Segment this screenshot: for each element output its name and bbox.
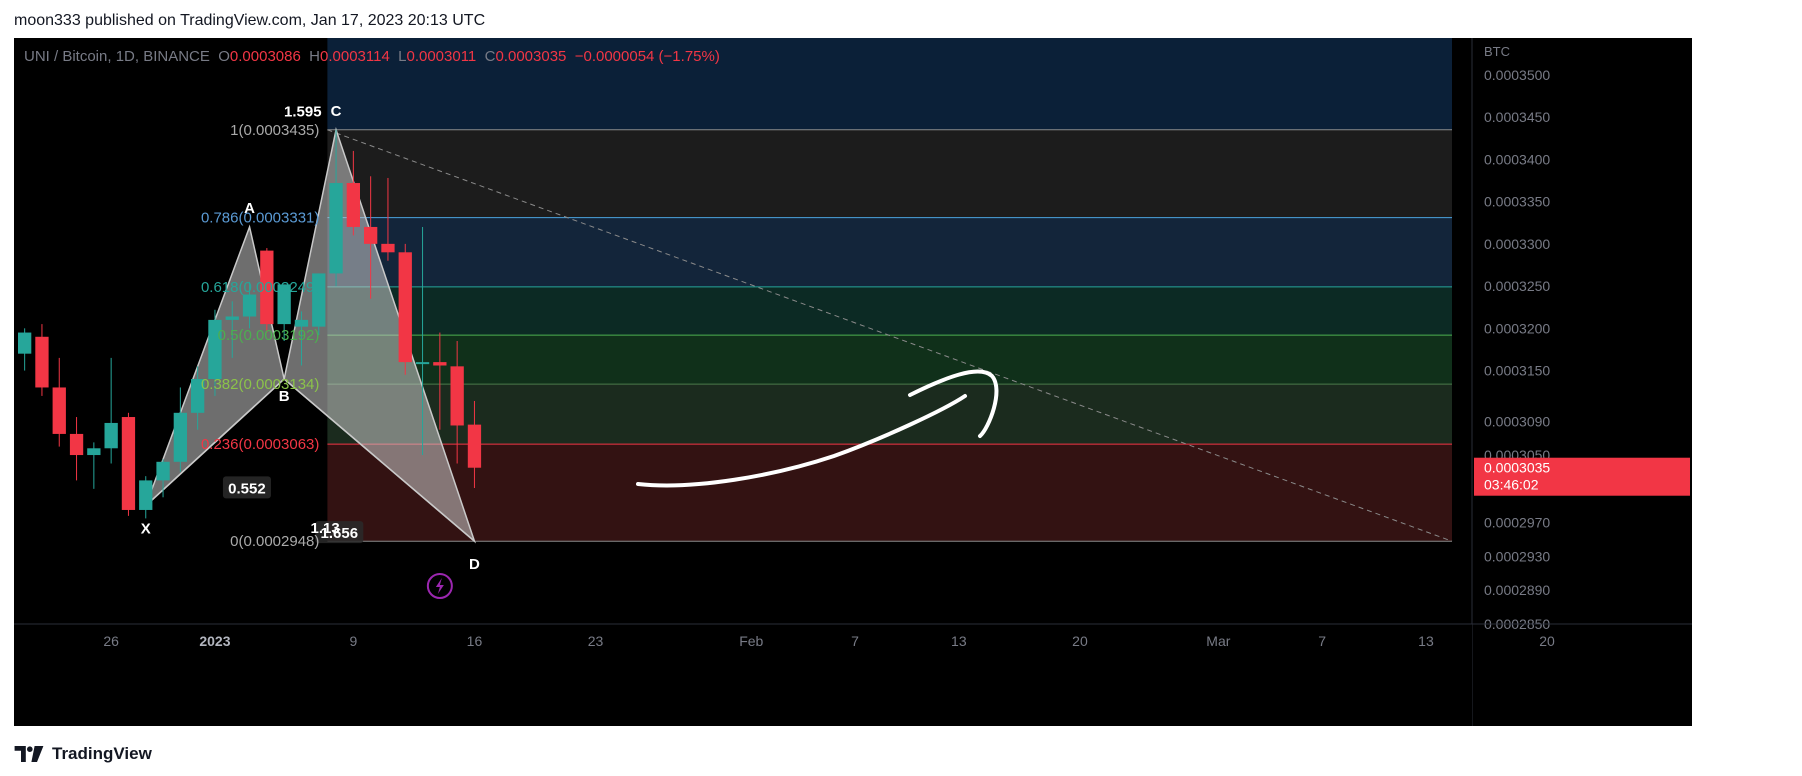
fib-band: [327, 217, 1452, 287]
published-header: moon333 published on TradingView.com, Ja…: [14, 12, 486, 29]
time-tick-label: 7: [1318, 633, 1326, 649]
fib-band: [327, 129, 1452, 218]
time-tick-label: 26: [103, 633, 119, 649]
lightning-bolt-shape: [435, 578, 444, 594]
price-tick-label: 0.0003250: [1484, 278, 1550, 294]
candle-body: [381, 243, 395, 253]
price-tick-label: 0.0003300: [1484, 236, 1550, 252]
open-value: 0.0003086: [229, 48, 301, 65]
fib-band: [327, 286, 1452, 336]
fib-level-label: 0(0.0002948): [230, 533, 319, 550]
candle-body: [433, 362, 447, 366]
fib-level-label: 0.786(0.0003331): [201, 210, 319, 227]
chart-overlays: [426, 573, 453, 599]
symbol-name: UNI / Bitcoin, 1D, BINANCE: [24, 48, 210, 65]
price-axis[interactable]: BTC 0.0003500 0.0003450 0.0003400 0.0003350 0…: [1471, 38, 1692, 726]
candle-body: [364, 226, 378, 244]
high-label: H: [309, 48, 320, 65]
pattern-point-c: C: [331, 103, 342, 120]
fib-level-label: 1(0.0003435): [230, 122, 319, 139]
price-tick-label: 0.0003350: [1484, 194, 1550, 210]
fib-retracement[interactable]: [327, 38, 1452, 542]
symbol-legend: UNI / Bitcoin, 1D, BINANCE O0.0003086 H0…: [24, 48, 720, 65]
candle-body: [35, 336, 49, 388]
ratio-label: 1.595: [284, 103, 322, 120]
pattern-point-x: X: [141, 521, 151, 538]
chart-panel[interactable]: X A B C D 1.595 0.552 1.656 1.13 1(0.0003435) 0.7…: [14, 38, 1692, 726]
tradingview-logo-icon[interactable]: [14, 746, 44, 762]
last-price-value: 0.0003035: [1484, 460, 1550, 476]
candle-body: [139, 480, 153, 510]
ratio-label: 0.552: [228, 480, 266, 497]
close-label: C: [484, 48, 496, 65]
candle-body: [242, 294, 257, 317]
low-value: 0.0003011: [406, 48, 477, 65]
footer-brand[interactable]: TradingView: [52, 744, 152, 764]
time-tick-label: 20: [1072, 633, 1088, 649]
candle-body: [415, 362, 430, 365]
change-value: −0.0000054 (−1.75%): [574, 48, 720, 65]
open-label: O: [218, 48, 230, 65]
close-value: 0.0003035: [495, 48, 567, 65]
candle-body: [104, 422, 118, 449]
time-tick-label: Mar: [1206, 633, 1230, 649]
price-tick-label: 0.0003090: [1484, 413, 1550, 429]
price-tick-label: 0.0003150: [1484, 363, 1550, 379]
candle-body: [18, 332, 32, 354]
time-tick-label: 9: [349, 633, 357, 649]
time-tick-label: 16: [467, 633, 483, 649]
price-tick-label: 0.0003200: [1484, 320, 1550, 336]
price-chart[interactable]: XABCD1.5950.5521.6561.13 1(0.0003435)0.7…: [14, 38, 1692, 726]
candle-body: [398, 252, 412, 363]
candle-body: [294, 319, 309, 327]
fib-band: [327, 335, 1452, 385]
fib-level-label: 0.236(0.0003063): [201, 436, 319, 453]
price-tick-label: 0.0003500: [1484, 67, 1550, 83]
fib-level-label: 0.382(0.0003134): [201, 376, 319, 393]
time-tick-label: 13: [1418, 633, 1434, 649]
candle-body: [173, 412, 187, 462]
time-tick-label: 2023: [199, 633, 230, 649]
high-value: 0.0003114: [320, 48, 390, 65]
price-tick-label: 0.0002930: [1484, 548, 1550, 564]
time-tick-label: 20: [1539, 633, 1555, 649]
pattern-point-d: D: [469, 556, 480, 573]
candle-body: [87, 448, 101, 456]
candle-body: [156, 461, 170, 481]
footer: TradingView: [14, 740, 152, 768]
fib-level-label: 0.5(0.0003192): [218, 327, 320, 344]
candle-body: [52, 387, 66, 434]
fib-band: [327, 444, 1452, 542]
candle-body: [467, 424, 482, 468]
candle-body: [450, 366, 464, 426]
fib-level-label: 0.618(0.0003249): [201, 279, 319, 296]
candle-body: [225, 316, 239, 320]
candle-body: [329, 183, 343, 274]
candle-body: [69, 433, 84, 456]
time-axis[interactable]: 26 2023 9 16 23 Feb 7 13 20 Mar 7 13 20: [14, 623, 1692, 726]
price-tick-label: 0.0003400: [1484, 151, 1550, 167]
price-axis-unit: BTC: [1484, 44, 1510, 59]
time-tick-label: Feb: [739, 633, 763, 649]
bar-countdown: 03:46:02: [1484, 477, 1539, 493]
time-tick-label: 23: [588, 633, 604, 649]
candle-body: [346, 183, 360, 227]
time-tick-label: 7: [851, 633, 859, 649]
price-tick-label: 0.0002890: [1484, 582, 1550, 598]
price-tick-label: 0.0002970: [1484, 515, 1550, 531]
price-tick-label: 0.0003450: [1484, 109, 1550, 125]
time-tick-label: 13: [951, 633, 967, 649]
candle-body: [121, 417, 136, 510]
